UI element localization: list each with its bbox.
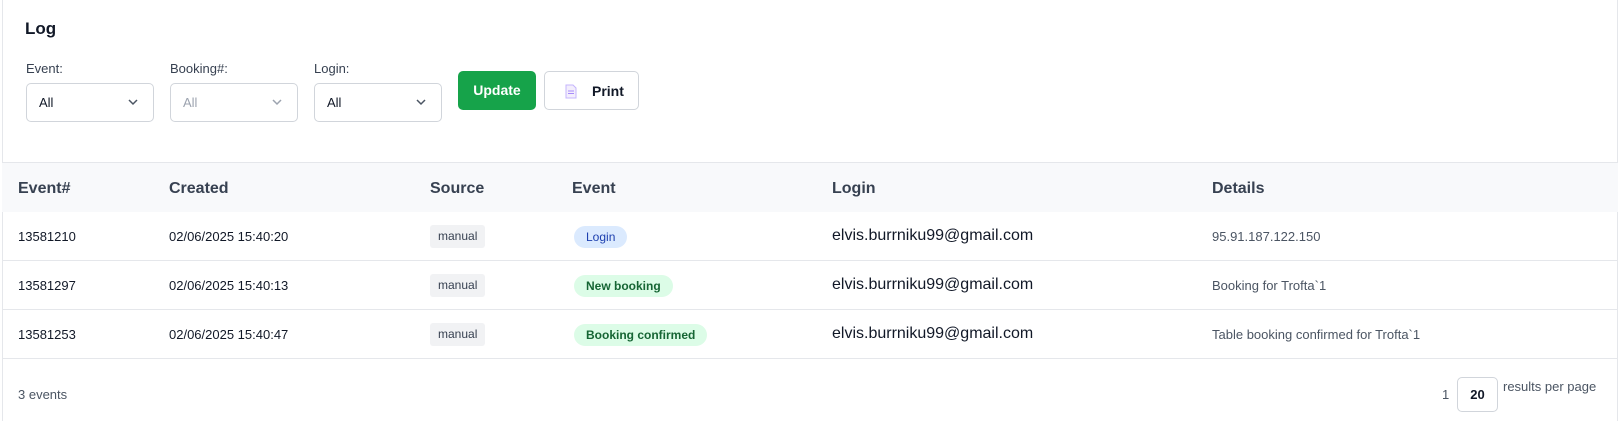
column-header-login: Login: [832, 180, 876, 197]
details-cell: Table booking confirmed for Trofta`1: [1212, 327, 1421, 342]
column-header-source: Source: [430, 180, 485, 197]
login-cell: elvis.burrniku99@gmail.com: [832, 227, 1034, 244]
per-page-input[interactable]: 20: [1457, 377, 1498, 412]
column-header-event: Event: [572, 180, 616, 197]
column-header-event-number: Event#: [18, 180, 71, 197]
chevron-down-icon: [128, 99, 138, 106]
details-cell: 95.91.187.122.150: [1212, 229, 1321, 244]
event-filter-value: All: [39, 95, 54, 110]
source-badge: manual: [430, 323, 486, 346]
event-badge: Booking confirmed: [574, 324, 708, 346]
created-cell: 02/06/2025 15:40:47: [169, 327, 289, 342]
column-header-details: Details: [1212, 180, 1265, 197]
booking-filter-select[interactable]: All: [170, 83, 298, 122]
update-button[interactable]: Update: [458, 71, 536, 110]
print-button-label: Print: [592, 83, 624, 99]
event-badge: Login: [574, 226, 628, 248]
booking-filter-label: Booking#:: [170, 61, 228, 76]
table-row: 13581210 02/06/2025 15:40:20 manual Logi…: [2, 212, 1618, 261]
table-header: Event# Created Source Event Login Detail…: [2, 162, 1618, 212]
event-filter-label: Event:: [26, 61, 63, 76]
event-filter-select[interactable]: All: [26, 83, 154, 122]
event-count: 3 events: [18, 387, 68, 402]
document-icon: [565, 84, 577, 99]
page-number[interactable]: 1: [1442, 387, 1449, 402]
event-number-cell: 13581297: [18, 278, 76, 293]
page-title: Log: [25, 19, 57, 38]
event-badge: New booking: [574, 275, 673, 297]
created-cell: 02/06/2025 15:40:20: [169, 229, 289, 244]
created-cell: 02/06/2025 15:40:13: [169, 278, 289, 293]
login-cell: elvis.burrniku99@gmail.com: [832, 276, 1034, 293]
login-filter-select[interactable]: All: [314, 83, 442, 122]
per-page-label: results per page: [1503, 379, 1597, 394]
login-filter-label: Login:: [314, 61, 350, 76]
booking-filter-value: All: [183, 95, 198, 110]
login-cell: elvis.burrniku99@gmail.com: [832, 325, 1034, 342]
details-cell: Booking for Trofta`1: [1212, 278, 1327, 293]
chevron-down-icon: [272, 99, 282, 106]
print-button[interactable]: Print: [544, 71, 639, 110]
table-row: 13581253 02/06/2025 15:40:47 manual Book…: [2, 310, 1618, 359]
table-row: 13581297 02/06/2025 15:40:13 manual New …: [2, 261, 1618, 310]
event-number-cell: 13581253: [18, 327, 76, 342]
event-number-cell: 13581210: [18, 229, 76, 244]
login-filter-value: All: [327, 95, 342, 110]
source-badge: manual: [430, 225, 486, 248]
column-header-created: Created: [169, 180, 229, 197]
source-badge: manual: [430, 274, 486, 297]
chevron-down-icon: [416, 99, 426, 106]
